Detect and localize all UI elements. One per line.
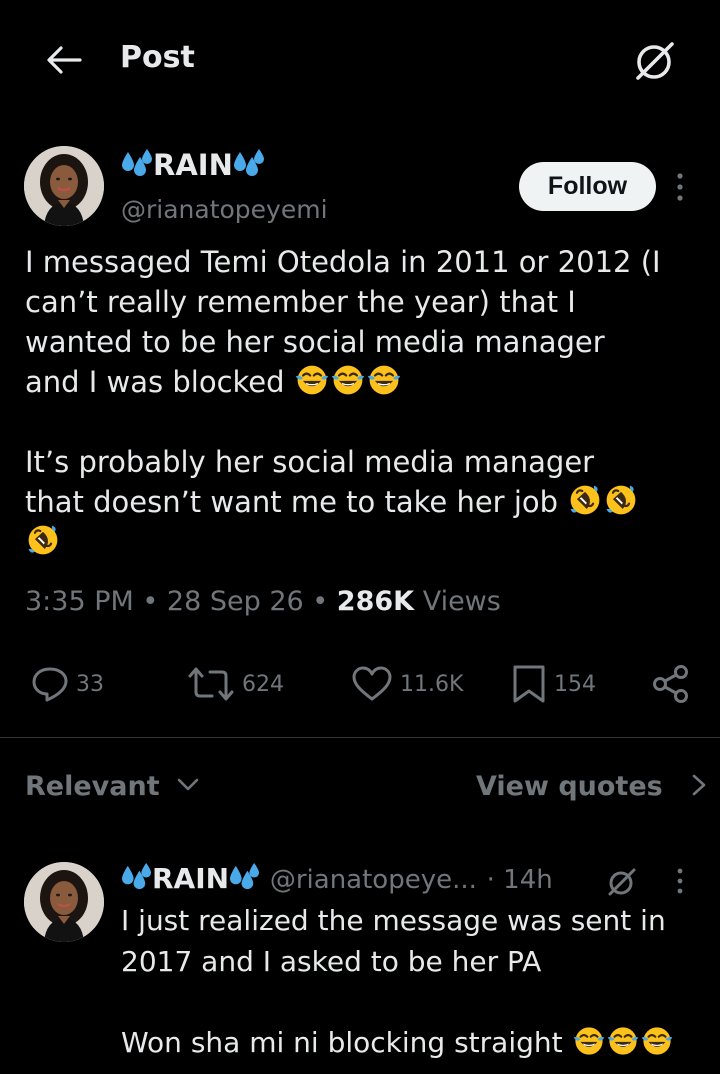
back-button[interactable] (44, 40, 84, 80)
tweet-text-line: wanted to be her social media manager (25, 325, 605, 359)
repost-icon (188, 667, 234, 701)
page-title: Post (120, 40, 195, 75)
tweet-text-line: that doesn’t want me to take her job (25, 482, 695, 522)
face-with-tears-of-joy-emoji-icon (606, 1024, 640, 1058)
author-handle[interactable]: @rianatopeyemi (121, 195, 328, 224)
rolling-on-floor-laughing-emoji-icon (603, 482, 639, 518)
grok-icon (608, 868, 636, 896)
face-with-tears-of-joy-emoji-icon (330, 362, 366, 398)
chevron-down-icon (177, 778, 199, 791)
face-with-tears-of-joy-emoji-icon (366, 362, 402, 398)
rolling-on-floor-laughing-emoji-icon (25, 522, 61, 558)
rolling-on-floor-laughing-emoji-icon (567, 482, 603, 518)
bookmark-action[interactable]: 154 (510, 662, 596, 706)
reply-author-avatar[interactable] (24, 862, 104, 942)
like-action[interactable]: 11.6K (350, 662, 463, 706)
tweet-text-line: can’t really remember the year) that I (25, 285, 576, 319)
sweat-droplets-emoji-icon (121, 862, 152, 893)
reply-text-line: I just realized the message was sent in (121, 904, 666, 937)
share-icon (653, 665, 688, 703)
reply-text-line: Won sha mi ni blocking straight (121, 1022, 691, 1063)
face-with-tears-of-joy-emoji-icon (640, 1024, 674, 1058)
face-with-tears-of-joy-emoji-icon (572, 1024, 606, 1058)
tweet-text-line: It’s probably her social media manager (25, 445, 595, 479)
view-quotes-link[interactable]: View quotes (476, 771, 710, 802)
reply-text: I just realized the message was sent in … (121, 900, 691, 1063)
grok-icon (636, 42, 674, 80)
grok-button[interactable] (630, 36, 680, 86)
repost-count: 624 (242, 671, 284, 697)
bookmark-icon (513, 665, 545, 703)
reply-time[interactable]: · 14h (487, 865, 553, 895)
sort-dropdown[interactable]: Relevant (25, 771, 201, 802)
sweat-droplets-emoji-icon (233, 148, 265, 180)
tweet-text-line (25, 522, 695, 562)
more-vertical-icon (677, 868, 683, 894)
heart-icon (352, 666, 392, 701)
bookmark-count: 154 (554, 671, 596, 697)
more-options-button[interactable] (672, 170, 688, 204)
author-name[interactable]: RAIN (121, 148, 265, 182)
top-bar: Post (0, 0, 720, 118)
reply-grok-button[interactable] (604, 864, 640, 900)
chevron-right-icon (692, 774, 706, 796)
follow-button[interactable]: Follow (519, 162, 656, 211)
tweet-time[interactable]: 3:35 PM (25, 586, 134, 617)
sweat-droplets-emoji-icon (229, 862, 260, 893)
share-action[interactable] (650, 662, 692, 706)
reply-text-line: 2017 and I asked to be her PA (121, 945, 542, 978)
reply-author-handle[interactable]: @rianatopeye... (270, 865, 477, 895)
repost-action[interactable]: 624 (186, 662, 284, 706)
reply-author-name[interactable]: RAIN (152, 862, 229, 895)
more-vertical-icon (677, 173, 683, 201)
arrow-left-icon (47, 46, 82, 74)
tweet-meta: 3:35 PM • 28 Sep 26 • 286K Views (25, 586, 501, 617)
sweat-droplets-emoji-icon (121, 148, 153, 180)
views-count[interactable]: 286K (337, 586, 414, 617)
like-count: 11.6K (400, 671, 464, 697)
reply-action[interactable]: 33 (30, 662, 104, 706)
face-with-tears-of-joy-emoji-icon (294, 362, 330, 398)
reply-count: 33 (76, 671, 104, 697)
reply-icon (32, 667, 68, 702)
tweet-date[interactable]: 28 Sep 26 (167, 586, 304, 617)
section-divider (0, 737, 720, 738)
tweet-text-line: and I was blocked (25, 362, 695, 402)
tweet-text: I messaged Temi Otedola in 2011 or 2012 … (25, 242, 695, 562)
views-label: Views (422, 586, 501, 617)
tweet-text-line: I messaged Temi Otedola in 2011 or 2012 … (25, 245, 661, 279)
reply-more-options-button[interactable] (672, 866, 688, 896)
author-avatar[interactable] (24, 146, 104, 226)
reply-author-header: RAIN @rianatopeye... · 14h (121, 862, 553, 895)
